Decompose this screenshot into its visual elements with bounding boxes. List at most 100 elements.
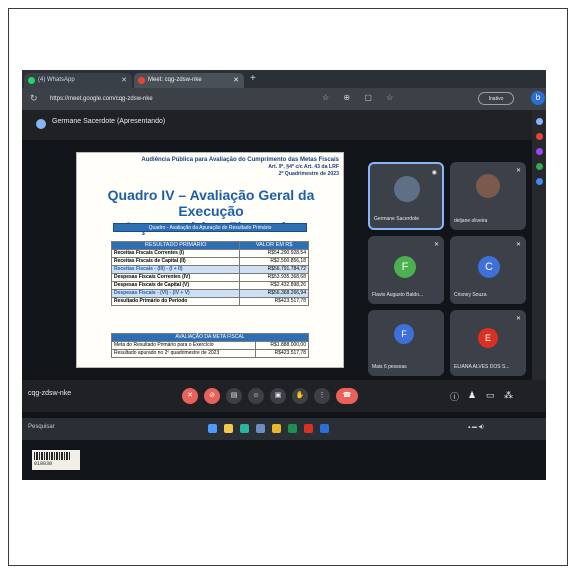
avatar: C (478, 256, 500, 278)
tag-icon[interactable] (535, 133, 543, 140)
participant-tile[interactable]: F Mais 6 pessoas (368, 310, 444, 376)
profile-button[interactable]: Inativo (478, 92, 514, 105)
row-label: Despesas Fiscais de Capital (V) (110, 281, 241, 290)
tab-label: Meet: cqg-zdsw-nke (148, 77, 202, 83)
address-bar: ↻ https://meet.google.com/cqg-zdsw-nke ☆… (22, 88, 546, 110)
meet-control-bar: cqg-zdsw-nke ✕ ⊘ ▤ ☺ ▣ ✋ ⋮ ☎ ⓘ ♟ ▭ ⁂ (22, 380, 546, 412)
table-header-row: AVALIAÇÃO DA META FISCAL (111, 333, 309, 342)
raise-hand-button[interactable]: ✋ (292, 388, 308, 404)
people-icon[interactable]: ♟ (468, 390, 476, 401)
row-label: Receitas Fiscais de Capital (II) (110, 257, 241, 266)
close-icon[interactable]: ✕ (233, 73, 239, 88)
new-tab-button[interactable]: + (250, 73, 256, 84)
info-icon[interactable]: ⓘ (450, 390, 459, 403)
primary-result-table: RESULTADO PRIMÁRIO VALOR EM R$ Receitas … (110, 241, 309, 306)
row-label: Receitas Fiscais - (III) - (I + II) (110, 265, 241, 274)
mic-off-button[interactable]: ✕ (182, 388, 198, 404)
participant-tile[interactable]: ✕ deljane oliveira (450, 162, 526, 230)
speaking-icon: ◉ (431, 170, 437, 176)
office-icon[interactable] (535, 178, 543, 185)
taskbar-search[interactable]: Pesquisar (28, 424, 55, 430)
chrome-icon[interactable] (272, 424, 281, 433)
browser-sidebar (532, 110, 546, 380)
column-header: RESULTADO PRIMÁRIO (110, 241, 241, 250)
edge-icon[interactable] (240, 424, 249, 433)
pdf-icon[interactable] (304, 424, 313, 433)
edge-copilot-icon[interactable]: b (531, 91, 545, 105)
table-row: Receitas Fiscais Correntes (I) R$54.290.… (110, 249, 309, 258)
participant-name: Mais 6 pessoas (372, 364, 407, 370)
system-tray[interactable]: ▴ ▬ ◀) (468, 424, 484, 430)
present-button[interactable]: ▣ (270, 388, 286, 404)
mic-off-icon: ✕ (515, 168, 521, 174)
mic-off-icon: ✕ (515, 316, 521, 322)
fiscal-goal-table: AVALIAÇÃO DA META FISCAL Meta do Resulta… (111, 333, 310, 358)
mic-off-icon: ✕ (433, 242, 439, 248)
avatar (394, 176, 420, 202)
tab-label: (4) WhatsApp (38, 77, 75, 83)
word-icon[interactable] (320, 424, 329, 433)
header-line: 2º Quadrimestre de 2023 (278, 171, 339, 177)
windows-taskbar: Pesquisar ▴ ▬ ◀) (22, 418, 546, 440)
camera-off-button[interactable]: ⊘ (204, 388, 220, 404)
start-icon[interactable] (208, 424, 217, 433)
participant-tile[interactable]: C ✕ Crisney Souza (450, 236, 526, 304)
table-row: Meta do Resultado Primário para o Exercí… (111, 341, 310, 350)
chat-icon[interactable]: ▭ (486, 390, 495, 401)
participant-tile[interactable]: F ✕ Flavio Augusto Baldo... (368, 236, 444, 304)
column-header: VALOR EM R$ (239, 241, 309, 250)
leave-call-button[interactable]: ☎ (336, 388, 358, 404)
participant-tile[interactable]: E ✕ ELIANA ALVES DOS S... (450, 310, 526, 376)
table-row: Receitas Fiscais - (III) - (I + II) R$56… (110, 265, 309, 274)
table-row: Receitas Fiscais de Capital (II) R$2.500… (110, 257, 309, 266)
participant-name: Flavio Augusto Baldo... (372, 292, 424, 298)
column-header: AVALIAÇÃO DA META FISCAL (111, 333, 309, 342)
asset-sticker: 010030 (32, 450, 80, 470)
reload-icon[interactable]: ↻ (30, 93, 38, 104)
mic-off-icon: ✕ (515, 242, 521, 248)
row-value: R$2.432.898,26 (239, 281, 309, 290)
row-label: Despesas Fiscais - (VI) - (IV + V) (110, 289, 241, 298)
row-value: R$1.888.000,00 (254, 341, 310, 350)
person-icon[interactable] (535, 163, 543, 170)
meeting-code: cqg-zdsw-nke (28, 390, 72, 397)
table-row: Despesas Fiscais de Capital (V) R$2.432.… (110, 281, 309, 290)
captions-button[interactable]: ▤ (226, 388, 242, 404)
section-bar: Quadro - Avaliação da Apuração do Result… (113, 223, 307, 232)
avatar: F (394, 256, 416, 278)
emoji-button[interactable]: ☺ (248, 388, 264, 404)
row-value: R$56.368.266,94 (239, 289, 309, 298)
close-icon[interactable]: ✕ (121, 73, 127, 88)
search-icon[interactable] (535, 118, 543, 125)
browser-tab-bar: (4) WhatsApp ✕ Meet: cqg-zdsw-nke ✕ + (22, 70, 546, 88)
asset-code: 010030 (34, 461, 53, 467)
header-line: Audiência Pública para Avaliação do Cump… (141, 157, 339, 163)
explorer-icon[interactable] (224, 424, 233, 433)
recording-icon (138, 77, 145, 84)
whatsapp-icon (28, 77, 35, 84)
row-label: Receitas Fiscais Correntes (I) (110, 249, 241, 258)
barcode (34, 452, 70, 460)
toolbar-icons[interactable]: ☆ ⊕ ▢ ☆ (322, 93, 399, 102)
shared-slide: Audiência Pública para Avaliação do Cump… (76, 152, 344, 368)
avatar: F (394, 324, 414, 344)
title-line: Quadro IV – Avaliação Geral da Execução (107, 187, 315, 219)
avatar (476, 174, 500, 198)
tab-meet[interactable]: Meet: cqg-zdsw-nke ✕ (134, 73, 244, 88)
activities-icon[interactable]: ⁂ (504, 390, 513, 401)
row-label: Resultado apurado no 2º quadrimestre de … (111, 349, 256, 358)
header-line: Art. 9º, §4º c/c Art. 43 da LRF (268, 164, 339, 170)
screen-photo: (4) WhatsApp ✕ Meet: cqg-zdsw-nke ✕ + ↻ … (22, 70, 546, 480)
row-value: R$423.517,78 (239, 297, 309, 306)
bag-icon[interactable] (535, 148, 543, 155)
row-value: R$53.935.368,68 (239, 273, 309, 282)
row-label: Resultado Primário do Período (110, 297, 241, 306)
slide-header: Audiência Pública para Avaliação do Cump… (81, 157, 339, 178)
store-icon[interactable] (256, 424, 265, 433)
url-field[interactable]: https://meet.google.com/cqg-zdsw-nke (50, 92, 350, 106)
table-row: Resultado Primário do Período R$423.517,… (110, 297, 309, 306)
participant-tile[interactable]: ◉ Germane Sacerdote (368, 162, 444, 230)
excel-icon[interactable] (288, 424, 297, 433)
more-options-button[interactable]: ⋮ (314, 388, 330, 404)
tab-whatsapp[interactable]: (4) WhatsApp ✕ (24, 73, 132, 88)
